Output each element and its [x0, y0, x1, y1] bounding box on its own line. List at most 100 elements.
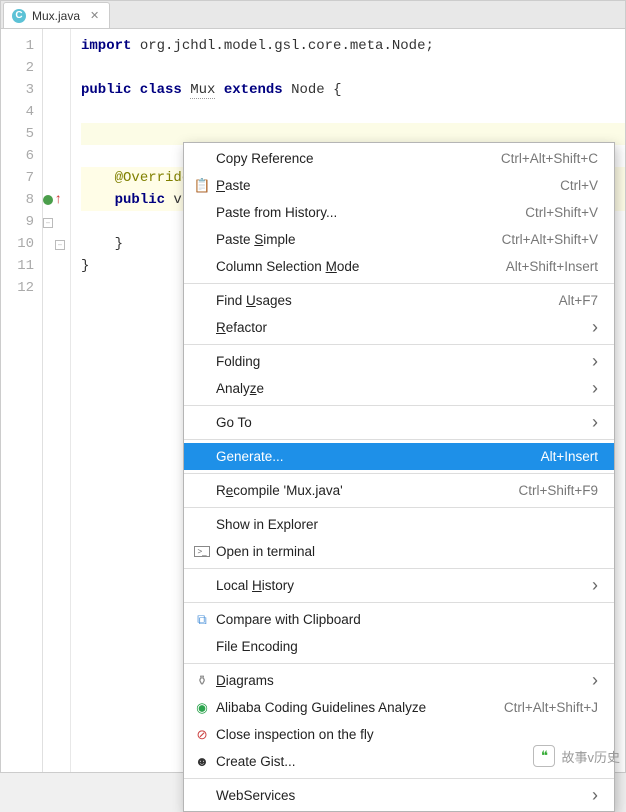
fold-close-icon[interactable]: – [55, 240, 65, 250]
code-line[interactable] [81, 57, 625, 79]
menu-item-diagrams[interactable]: ⚱Diagrams› [184, 667, 614, 694]
chevron-right-icon: › [592, 351, 598, 372]
menu-item-close-inspection-on-the-fly[interactable]: ⊘Close inspection on the fly [184, 721, 614, 748]
menu-item-alibaba-coding-guidelines-analyze[interactable]: ◉Alibaba Coding Guidelines AnalyzeCtrl+A… [184, 694, 614, 721]
line-number: 7 [1, 167, 34, 189]
menu-item-label: Recompile 'Mux.java' [212, 483, 518, 498]
menu-item-label: File Encoding [212, 639, 598, 654]
code-line[interactable]: import org.jchdl.model.gsl.core.meta.Nod… [81, 35, 625, 57]
menu-item-local-history[interactable]: Local History› [184, 572, 614, 599]
menu-item-label: Show in Explorer [212, 517, 598, 532]
override-marker-icon [43, 195, 53, 205]
marker-column: ↑ –– [43, 29, 71, 772]
blank-icon [192, 205, 212, 221]
paste-icon: 📋 [192, 178, 212, 194]
menu-separator [184, 602, 614, 603]
menu-item-label: Close inspection on the fly [212, 727, 598, 742]
marker-cell: – [43, 233, 70, 255]
marker-cell [43, 123, 70, 145]
menu-separator [184, 439, 614, 440]
file-tab[interactable]: C Mux.java ✕ [3, 2, 110, 28]
menu-item-paste[interactable]: 📋PasteCtrl+V [184, 172, 614, 199]
chevron-right-icon: › [592, 575, 598, 596]
line-number: 11 [1, 255, 34, 277]
blank-icon [192, 449, 212, 465]
menu-item-label: Find Usages [212, 293, 559, 308]
chevron-right-icon: › [592, 317, 598, 338]
line-number: 8 [1, 189, 34, 211]
alibaba-icon: ◉ [192, 700, 212, 716]
menu-separator [184, 568, 614, 569]
menu-item-label: Go To [212, 415, 584, 430]
menu-item-generate[interactable]: Generate...Alt+Insert [184, 443, 614, 470]
line-number: 4 [1, 101, 34, 123]
menu-separator [184, 344, 614, 345]
menu-item-file-encoding[interactable]: File Encoding [184, 633, 614, 660]
menu-item-shortcut: Alt+F7 [559, 293, 598, 308]
line-number-gutter: 123456789101112 [1, 29, 43, 772]
menu-item-recompile-mux-java[interactable]: Recompile 'Mux.java'Ctrl+Shift+F9 [184, 477, 614, 504]
menu-item-shortcut: Ctrl+Alt+Shift+J [504, 700, 598, 715]
code-line[interactable]: public class Mux extends Node { [81, 79, 625, 101]
menu-item-analyze[interactable]: Analyze› [184, 375, 614, 402]
blank-icon [192, 259, 212, 275]
menu-item-column-selection-mode[interactable]: Column Selection ModeAlt+Shift+Insert [184, 253, 614, 280]
menu-item-shortcut: Ctrl+Shift+V [525, 205, 598, 220]
editor-context-menu[interactable]: Copy ReferenceCtrl+Alt+Shift+C📋PasteCtrl… [183, 142, 615, 812]
marker-cell [43, 277, 70, 299]
menu-item-paste-simple[interactable]: Paste SimpleCtrl+Alt+Shift+V [184, 226, 614, 253]
terminal-icon: >_ [192, 544, 212, 560]
menu-item-shortcut: Ctrl+Shift+F9 [518, 483, 598, 498]
marker-cell [43, 167, 70, 189]
marker-cell [43, 79, 70, 101]
marker-cell [43, 35, 70, 57]
menu-item-shortcut: Ctrl+Alt+Shift+C [501, 151, 598, 166]
gist-icon: ☻ [192, 754, 212, 770]
blank-icon [192, 354, 212, 370]
menu-item-label: Paste [212, 178, 560, 193]
menu-item-go-to[interactable]: Go To › [184, 409, 614, 436]
menu-item-copy-reference[interactable]: Copy ReferenceCtrl+Alt+Shift+C [184, 145, 614, 172]
menu-item-label: Alibaba Coding Guidelines Analyze [212, 700, 504, 715]
watermark: ❝ 故事v历史 [533, 745, 620, 767]
chevron-right-icon: › [592, 412, 598, 433]
chevron-right-icon: › [592, 785, 598, 806]
menu-item-refactor[interactable]: Refactor › [184, 314, 614, 341]
class-icon: C [12, 9, 26, 23]
marker-cell [43, 145, 70, 167]
menu-item-label: Open in terminal [212, 544, 598, 559]
marker-cell [43, 255, 70, 277]
marker-cell [43, 57, 70, 79]
menu-item-label: Diagrams [212, 673, 584, 688]
diagram-icon: ⚱ [192, 673, 212, 689]
chevron-right-icon: › [592, 378, 598, 399]
menu-item-compare-with-clipboard[interactable]: ⧉Compare with Clipboard [184, 606, 614, 633]
menu-separator [184, 507, 614, 508]
menu-separator [184, 663, 614, 664]
blank-icon [192, 639, 212, 655]
menu-item-label: WebServices [212, 788, 584, 803]
blank-icon [192, 788, 212, 804]
menu-item-folding[interactable]: Folding › [184, 348, 614, 375]
menu-item-shortcut: Alt+Insert [541, 449, 598, 464]
compare-icon: ⧉ [192, 612, 212, 628]
line-number: 6 [1, 145, 34, 167]
close-icon[interactable]: ✕ [90, 9, 99, 22]
menu-item-open-in-terminal[interactable]: >_Open in terminal [184, 538, 614, 565]
line-number: 5 [1, 123, 34, 145]
code-line[interactable] [81, 101, 625, 123]
line-number: 2 [1, 57, 34, 79]
menu-item-label: Folding [212, 354, 584, 369]
tab-bar: C Mux.java ✕ [1, 1, 625, 29]
menu-item-show-in-explorer[interactable]: Show in Explorer [184, 511, 614, 538]
menu-item-paste-from-history[interactable]: Paste from History...Ctrl+Shift+V [184, 199, 614, 226]
menu-item-label: Compare with Clipboard [212, 612, 598, 627]
blank-icon [192, 483, 212, 499]
menu-item-shortcut: Alt+Shift+Insert [506, 259, 598, 274]
menu-item-webservices[interactable]: WebServices › [184, 782, 614, 809]
forbid-icon: ⊘ [192, 727, 212, 743]
menu-item-label: Refactor [212, 320, 584, 335]
blank-icon [192, 381, 212, 397]
blank-icon [192, 293, 212, 309]
menu-item-find-usages[interactable]: Find UsagesAlt+F7 [184, 287, 614, 314]
